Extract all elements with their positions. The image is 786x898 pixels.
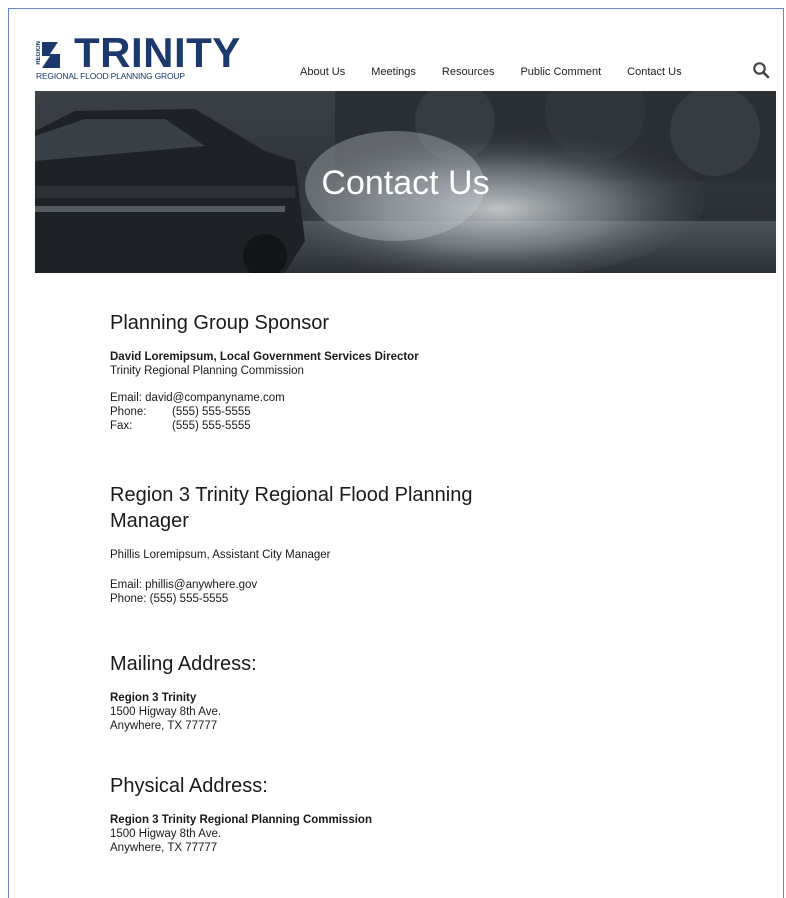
manager-section: Region 3 Trinity Regional Flood Planning… — [110, 482, 570, 606]
logo-title: TRINITY — [74, 29, 241, 76]
sponsor-org: Trinity Regional Planning Commission — [110, 365, 304, 377]
sponsor-phone-value: (555) 555-5555 — [172, 406, 251, 418]
nav-public-comment[interactable]: Public Comment — [520, 66, 601, 78]
search-icon[interactable] — [752, 61, 770, 79]
nav-about-us[interactable]: About Us — [300, 66, 345, 78]
sponsor-phone-label: Phone: — [110, 406, 147, 418]
nav-contact-us[interactable]: Contact Us — [627, 66, 681, 78]
physical-street: 1500 Higway 8th Ave. — [110, 828, 222, 840]
mailing-city: Anywhere, TX 77777 — [110, 720, 218, 732]
page-title: Contact Us — [321, 164, 490, 202]
region-3-mark-icon — [42, 42, 60, 68]
manager-email-line[interactable]: Email: phillis@anywhere.gov — [110, 578, 570, 592]
manager-heading-line1: Region 3 Trinity Regional Flood Planning — [110, 484, 473, 506]
site-logo[interactable]: REGION TRINITY REGIONAL FLOOD PLANNING G… — [36, 32, 240, 82]
logo-subtitle: REGIONAL FLOOD PLANNING GROUP — [36, 71, 185, 81]
mailing-street: 1500 Higway 8th Ave. — [110, 706, 222, 718]
physical-city: Anywhere, TX 77777 — [110, 842, 218, 854]
sponsor-email-link[interactable]: david@companyname.com — [145, 392, 285, 404]
manager-phone-line: Phone: (555) 555-5555 — [110, 593, 229, 605]
sponsor-email-line: Email: david@companyname.com — [110, 391, 419, 405]
main-nav: About Us Meetings Resources Public Comme… — [300, 62, 770, 79]
physical-section: Physical Address: Region 3 Trinity Regio… — [110, 773, 372, 855]
sponsor-heading: Planning Group Sponsor — [110, 312, 330, 334]
mailing-section: Mailing Address: Region 3 Trinity 1500 H… — [110, 651, 257, 733]
manager-heading-line2: Manager — [110, 510, 189, 532]
sponsor-email-label: Email: — [110, 392, 142, 404]
nav-resources[interactable]: Resources — [442, 66, 495, 78]
sponsor-fax-label: Fax: — [110, 420, 133, 432]
physical-heading: Physical Address: — [110, 775, 268, 797]
manager-heading: Region 3 Trinity Regional Flood Planning… — [110, 482, 570, 534]
nav-meetings[interactable]: Meetings — [371, 66, 416, 78]
sponsor-phone-line: Phone: (555) 555-5555 — [110, 405, 419, 419]
physical-name: Region 3 Trinity Regional Planning Commi… — [110, 814, 372, 826]
sponsor-name: David Loremipsum, Local Government Servi… — [110, 351, 419, 363]
sponsor-section: Planning Group Sponsor David Loremipsum,… — [110, 310, 419, 433]
sponsor-fax-line: Fax: (555) 555-5555 — [110, 419, 419, 433]
manager-name: Phillis Loremipsum, Assistant City Manag… — [110, 549, 331, 561]
mailing-heading: Mailing Address: — [110, 653, 257, 675]
sponsor-fax-value: (555) 555-5555 — [172, 420, 251, 432]
mailing-name: Region 3 Trinity — [110, 692, 197, 704]
hero-banner: Contact Us — [35, 91, 776, 273]
